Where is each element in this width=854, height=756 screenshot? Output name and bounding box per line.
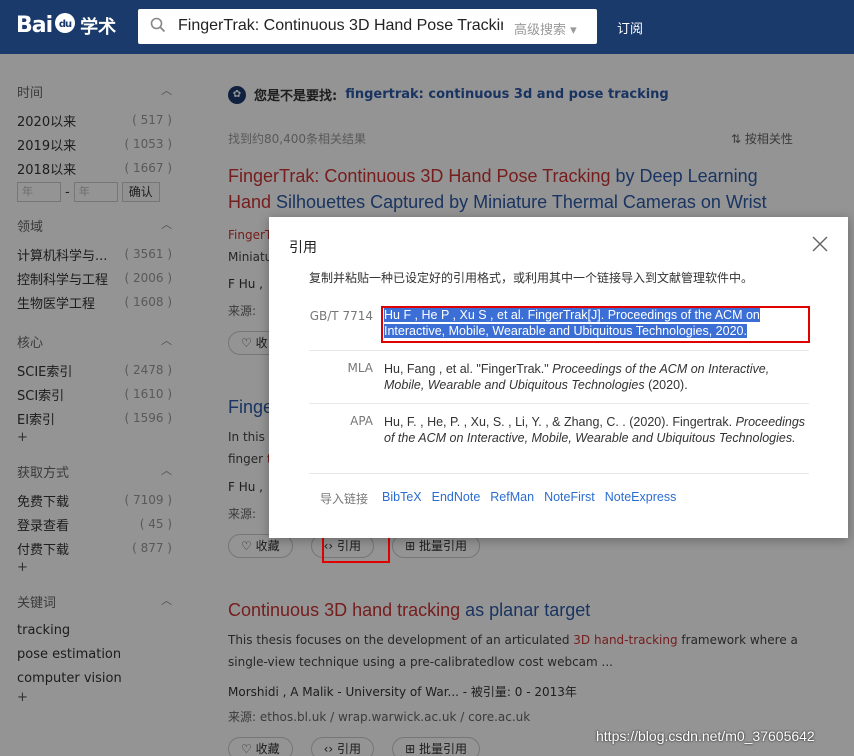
logo-text: Bai — [16, 13, 53, 38]
citation-text[interactable]: Hu, F. , He, P. , Xu, S. , Li, Y. , & Zh… — [384, 414, 809, 446]
noteexpress-link[interactable]: NoteExpress — [605, 490, 677, 507]
baidu-xueshu-logo[interactable]: Bai du 学术 — [16, 12, 116, 39]
citation-format-label: GB/T 7714 — [309, 309, 373, 323]
search-input[interactable]: FingerTrak: Continuous 3D Hand Pose Trac… — [178, 17, 503, 35]
top-bar: Bai du 学术 FingerTrak: Continuous 3D Hand… — [0, 0, 854, 54]
watermark: https://blog.csdn.net/m0_37605642 — [596, 728, 815, 744]
annotation-highlight-box — [381, 306, 810, 343]
import-links: 导入链接 BibTeX EndNote RefMan NoteFirst Not… — [320, 490, 676, 507]
import-label: 导入链接 — [320, 492, 369, 506]
citation-format-label: APA — [350, 414, 373, 428]
dialog-title: 引用 — [289, 240, 317, 256]
citation-mla: MLA Hu, Fang , et al. "FingerTrak." Proc… — [309, 351, 809, 404]
advanced-search-button[interactable]: 高级搜索 ▾ — [514, 19, 577, 38]
cite-dialog: 引用 复制并粘贴一种已设定好的引用格式，或利用其中一个链接导入到文献管理软件中。… — [269, 217, 848, 538]
annotation-highlight-box — [322, 535, 390, 563]
dialog-description: 复制并粘贴一种已设定好的引用格式，或利用其中一个链接导入到文献管理软件中。 — [309, 271, 754, 285]
logo-subtitle: 学术 — [80, 16, 117, 38]
close-icon[interactable] — [811, 235, 829, 253]
search-icon[interactable] — [150, 17, 166, 33]
svg-text:du: du — [59, 19, 72, 30]
refman-link[interactable]: RefMan — [490, 490, 534, 507]
citation-apa: APA Hu, F. , He, P. , Xu, S. , Li, Y. , … — [309, 404, 809, 474]
citation-text[interactable]: Hu, Fang , et al. "FingerTrak." Proceedi… — [384, 361, 809, 393]
paw-icon: du — [54, 12, 76, 39]
caret-down-icon: ▾ — [570, 23, 577, 38]
bibtex-link[interactable]: BibTeX — [382, 490, 422, 507]
notefirst-link[interactable]: NoteFirst — [544, 490, 595, 507]
citation-format-label: MLA — [347, 361, 373, 375]
subscribe-link[interactable]: 订阅 — [617, 18, 643, 37]
search-box[interactable]: FingerTrak: Continuous 3D Hand Pose Trac… — [138, 9, 597, 44]
endnote-link[interactable]: EndNote — [432, 490, 481, 507]
